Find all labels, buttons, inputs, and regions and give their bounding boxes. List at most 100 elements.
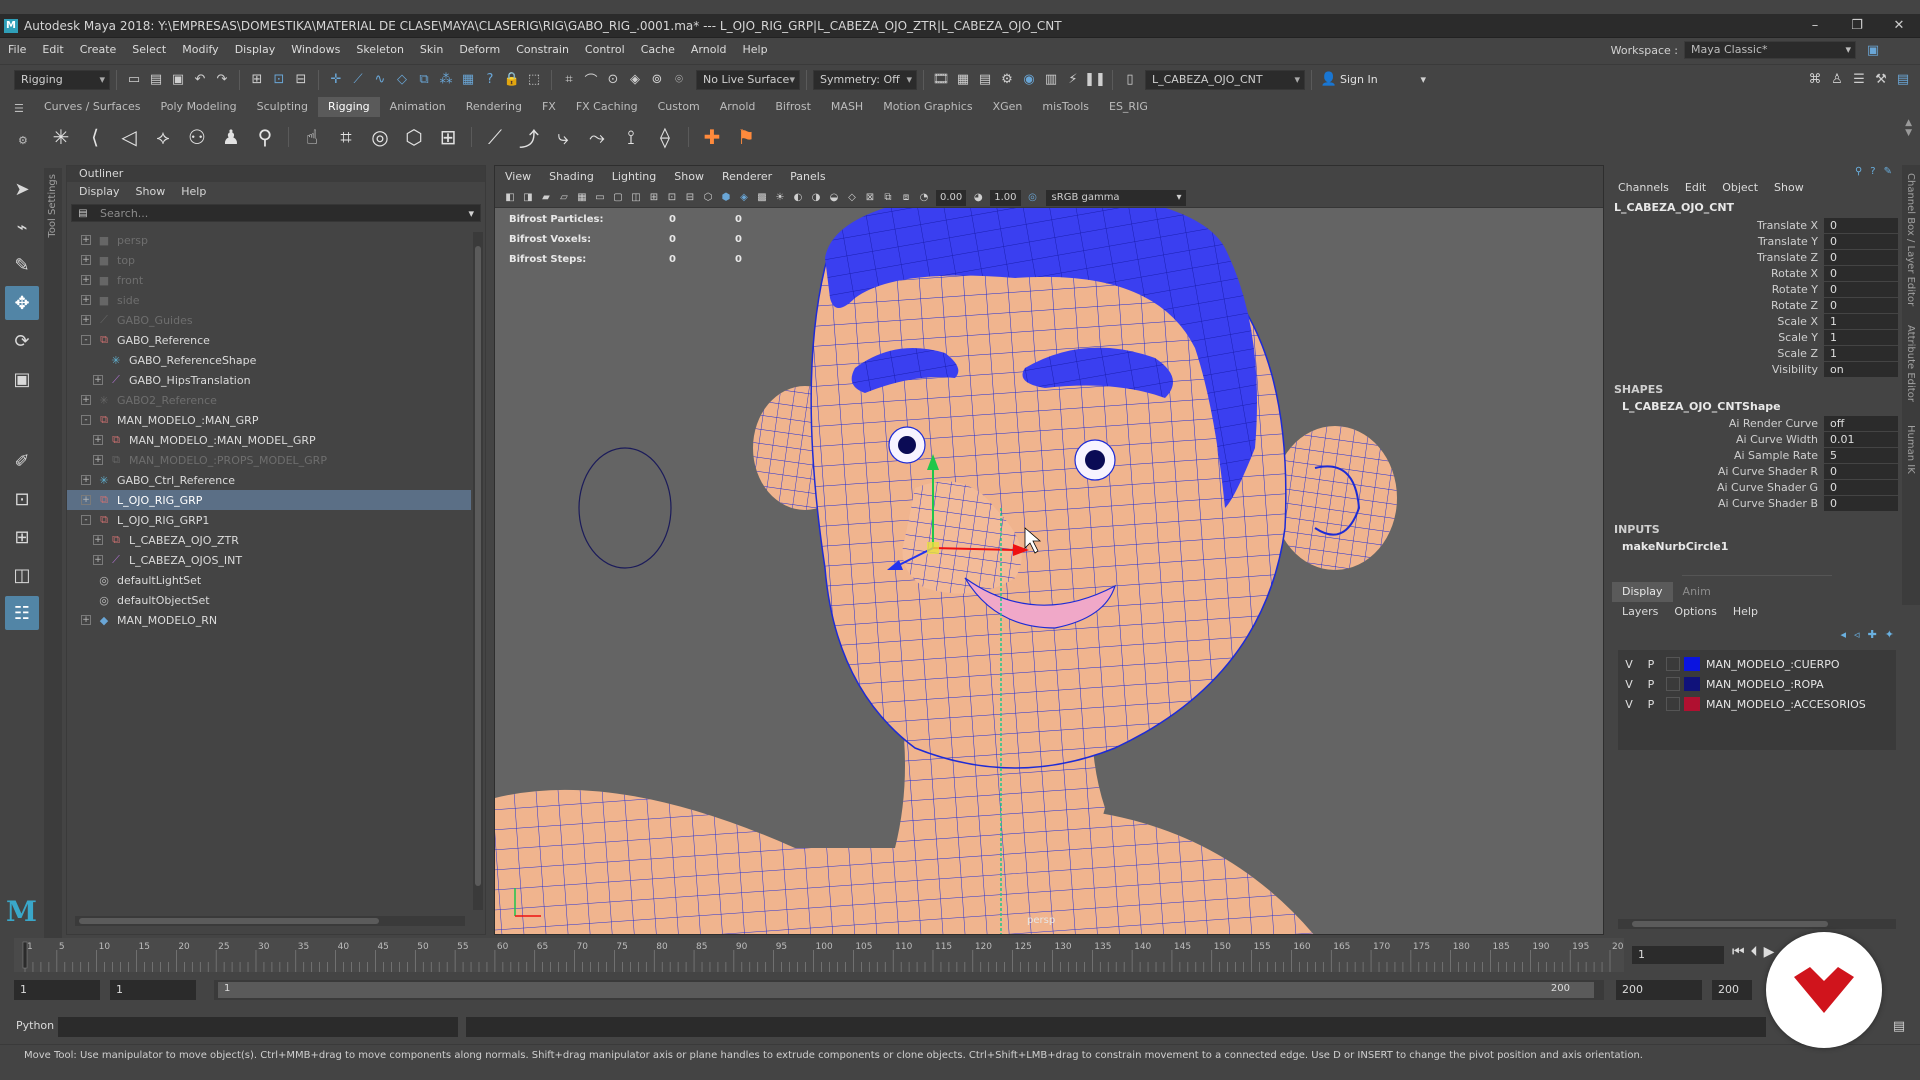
channel-box-edit-icon[interactable]: ✎ — [1884, 166, 1892, 177]
outliner-item-man-modelo-man-grp[interactable]: - ⧉ MAN_MODELO_:MAN_GRP — [67, 410, 471, 430]
attribute-label[interactable]: Scale X — [1612, 315, 1824, 328]
attribute-value-field[interactable]: 0 — [1824, 265, 1898, 281]
layer-visibility-toggle[interactable]: V — [1618, 678, 1640, 691]
gate-mask-icon[interactable]: ◫ — [629, 191, 643, 205]
expand-toggle-icon[interactable]: + — [93, 435, 103, 445]
layer-name[interactable]: MAN_MODELO_:ROPA — [1706, 678, 1824, 691]
tab-human-ik[interactable]: Human IK — [1905, 425, 1916, 474]
attribute-label[interactable]: Ai Curve Width — [1612, 433, 1824, 446]
layer-playback-toggle[interactable]: P — [1640, 678, 1662, 691]
script-language-label[interactable]: Python — [0, 1014, 58, 1038]
layer-tab-display[interactable]: Display — [1612, 582, 1673, 602]
ambient-occlusion-icon[interactable]: ◑ — [809, 191, 823, 205]
go-to-start-icon[interactable]: ⏮ — [1732, 944, 1745, 960]
layer-row[interactable]: V P MAN_MODELO_:CUERPO — [1618, 654, 1896, 674]
scale-tool-icon[interactable]: ▣ — [5, 362, 39, 396]
tool-settings-strip[interactable]: Tool Settings — [44, 168, 62, 938]
attribute-label[interactable]: Translate Y — [1612, 235, 1824, 248]
outliner-item-front[interactable]: + ■ front — [67, 270, 471, 290]
menu-edit[interactable]: Edit — [34, 38, 71, 62]
layer-row[interactable]: V P MAN_MODELO_:ROPA — [1618, 674, 1896, 694]
character-controls-icon[interactable]: ♙ — [1828, 71, 1846, 89]
time-slider[interactable]: 1 5 10 15 20 25 30 35 40 45 50 55 60 65 70 75 80 85 90 95 10… — [14, 938, 1624, 972]
layer-color-swatch[interactable] — [1684, 697, 1700, 711]
resolution-gate-icon[interactable]: ▢ — [611, 191, 625, 205]
expand-toggle-icon[interactable]: + — [93, 555, 103, 565]
open-scene-icon[interactable]: ▤ — [147, 71, 165, 89]
gamma-field[interactable]: 1.00 — [990, 189, 1021, 206]
outliner-item-gabo-reference[interactable]: - ⧉ GABO_Reference — [67, 330, 471, 350]
view-transform-dropdown[interactable]: sRGB gamma — [1045, 189, 1186, 206]
outliner-item-gabo-guides[interactable]: + ⟋ GABO_Guides — [67, 310, 471, 330]
locator-tool-icon[interactable]: ✚ — [697, 122, 727, 152]
shelf-tab-curves-surfaces[interactable]: Curves / Surfaces — [34, 97, 151, 117]
redo-icon[interactable]: ↷ — [213, 71, 231, 89]
outliner-item-l-cabeza-ojos-int[interactable]: + ⟋ L_CABEZA_OJOS_INT — [67, 550, 471, 570]
maximize-button[interactable]: ❐ — [1836, 14, 1878, 38]
menu-help[interactable]: Help — [735, 38, 776, 62]
attribute-label[interactable]: Scale Z — [1612, 347, 1824, 360]
tab-channel-box-layer-editor[interactable]: Channel Box / Layer Editor — [1905, 173, 1916, 306]
parent-constraint-icon[interactable]: ⤷ — [548, 122, 578, 152]
attribute-label[interactable]: Rotate X — [1612, 267, 1824, 280]
scrollbar-thumb[interactable] — [1632, 921, 1828, 927]
expand-toggle-icon[interactable] — [93, 355, 103, 365]
bookmarks-icon[interactable]: ▰ — [539, 191, 553, 205]
attribute-value-field[interactable]: off — [1824, 415, 1898, 431]
attribute-value-field[interactable]: 0 — [1824, 479, 1898, 495]
expand-toggle-icon[interactable]: + — [81, 495, 91, 505]
playback-end-field[interactable]: 200 — [1616, 980, 1702, 1000]
scrollbar-thumb[interactable] — [79, 918, 379, 924]
layer-display-type-toggle[interactable] — [1666, 677, 1680, 691]
attribute-label[interactable]: Translate Z — [1612, 251, 1824, 264]
render-settings-icon[interactable]: ⚙ — [998, 71, 1016, 89]
shelf-tab-rigging[interactable]: Rigging — [317, 97, 380, 117]
shelf-tab-poly-modeling[interactable]: Poly Modeling — [151, 97, 247, 117]
render-frame-icon[interactable]: ▦ — [954, 71, 972, 89]
save-scene-icon[interactable]: ▣ — [169, 71, 187, 89]
smooth-shade-icon[interactable]: ⬢ — [719, 191, 733, 205]
menu-display[interactable]: Display — [227, 38, 284, 62]
cluster-icon[interactable]: ⬡ — [399, 122, 429, 152]
human-ik-icon[interactable]: ♟ — [216, 122, 246, 152]
last-tool-icon[interactable]: ✐ — [5, 444, 39, 478]
shelf-tab-rendering[interactable]: Rendering — [456, 97, 532, 117]
select-object-icon[interactable]: ⊡ — [270, 71, 288, 89]
channel-menu-channels[interactable]: Channels — [1618, 177, 1669, 199]
tab-attribute-editor[interactable]: Attribute Editor — [1905, 325, 1916, 402]
attribute-label[interactable]: Ai Curve Shader R — [1612, 465, 1824, 478]
outliner-item-persp[interactable]: + ■ persp — [67, 230, 471, 250]
menu-windows[interactable]: Windows — [283, 38, 348, 62]
shelf-tab-fx-caching[interactable]: FX Caching — [566, 97, 648, 117]
shelf-tab-motion-graphics[interactable]: Motion Graphics — [873, 97, 982, 117]
close-button[interactable]: ✕ — [1878, 14, 1920, 38]
menu-skin[interactable]: Skin — [412, 38, 451, 62]
select-hierarchy-icon[interactable]: ⊞ — [248, 71, 266, 89]
viewport-menu-renderer[interactable]: Renderer — [722, 166, 772, 188]
select-handles-icon[interactable]: ✛ — [327, 71, 345, 89]
layer-menu-help[interactable]: Help — [1733, 602, 1758, 622]
wireframe-icon[interactable]: ⬡ — [701, 191, 715, 205]
xray-icon[interactable]: ⧉ — [881, 191, 895, 205]
render-setup-icon[interactable]: ▥ — [1042, 71, 1060, 89]
shelf-tab-mash[interactable]: MASH — [821, 97, 873, 117]
workspace-dropdown[interactable]: Maya Classic* — [1684, 41, 1856, 59]
expand-toggle-icon[interactable]: - — [81, 335, 91, 345]
shelf-tab-es-rig[interactable]: ES_RIG — [1099, 97, 1158, 117]
expand-toggle-icon[interactable]: - — [81, 515, 91, 525]
layer-display-type-toggle[interactable] — [1666, 697, 1680, 711]
motion-blur-icon[interactable]: ◒ — [827, 191, 841, 205]
menu-modify[interactable]: Modify — [174, 38, 226, 62]
point-constraint-icon[interactable]: ⤳ — [582, 122, 612, 152]
attribute-label[interactable]: Rotate Z — [1612, 299, 1824, 312]
layer-menu-layers[interactable]: Layers — [1622, 602, 1658, 622]
image-plane-icon[interactable]: ▱ — [557, 191, 571, 205]
eye-control-curve[interactable] — [578, 447, 672, 569]
channel-menu-object[interactable]: Object — [1722, 177, 1758, 199]
quick-rig-icon[interactable]: ⚇ — [182, 122, 212, 152]
ipr-render-icon[interactable]: ▤ — [976, 71, 994, 89]
select-curves-icon[interactable]: ∿ — [371, 71, 389, 89]
outliner-item-man-modelo-props-model-grp[interactable]: + ⧉ MAN_MODELO_:PROPS_MODEL_GRP — [67, 450, 471, 470]
move-tool-icon[interactable]: ✥ — [5, 286, 39, 320]
menu-create[interactable]: Create — [72, 38, 125, 62]
